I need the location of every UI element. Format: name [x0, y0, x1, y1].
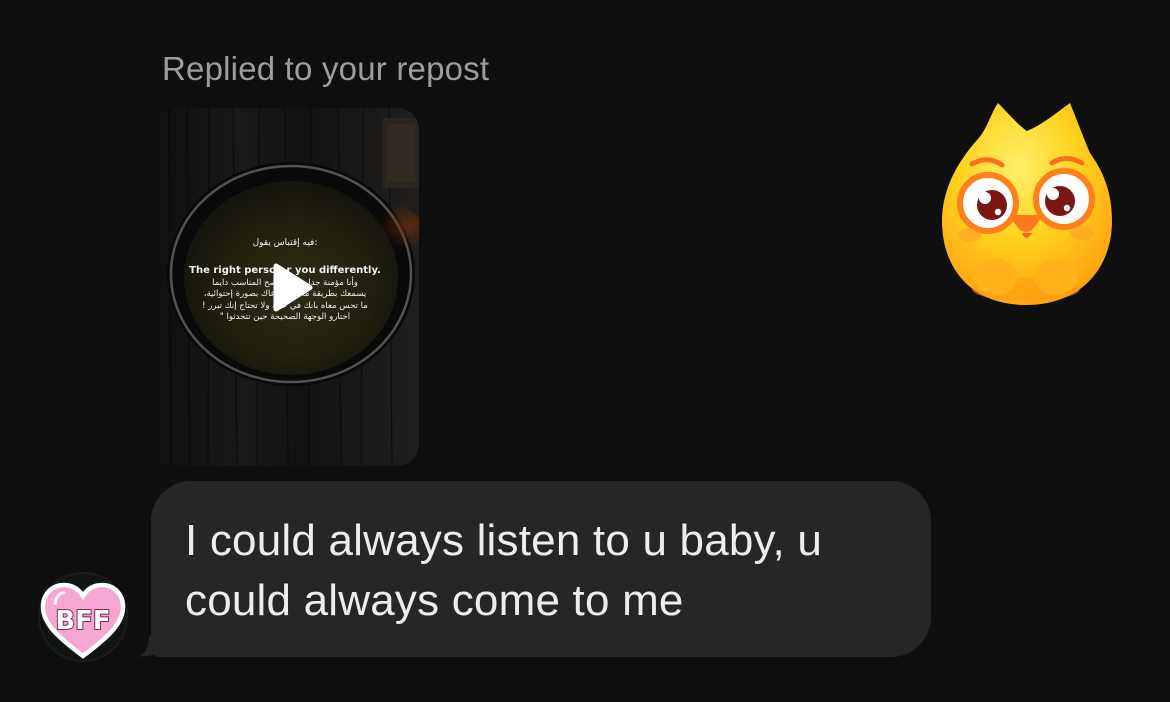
message-bubble[interactable]: I could always listen to u baby, u could…	[151, 481, 931, 657]
avatar-label: BFF	[55, 606, 110, 636]
repost-preview-card[interactable]: فيه إقتباس يقول: The right person r you …	[151, 108, 419, 466]
play-icon[interactable]	[258, 257, 320, 319]
heart-bff-avatar-icon[interactable]: BFF	[37, 571, 129, 663]
message-text: I could always listen to u baby, u could…	[185, 516, 823, 625]
cropped-header-fragment: '	[528, 0, 542, 11]
reply-context-label: Replied to your repost	[162, 50, 490, 87]
overlay-header-text: فيه إقتباس يقول:	[252, 238, 318, 248]
chat-screen: ' Replied to your repost	[0, 0, 1170, 702]
cute-yellow-creature-sticker-icon[interactable]	[938, 97, 1114, 309]
